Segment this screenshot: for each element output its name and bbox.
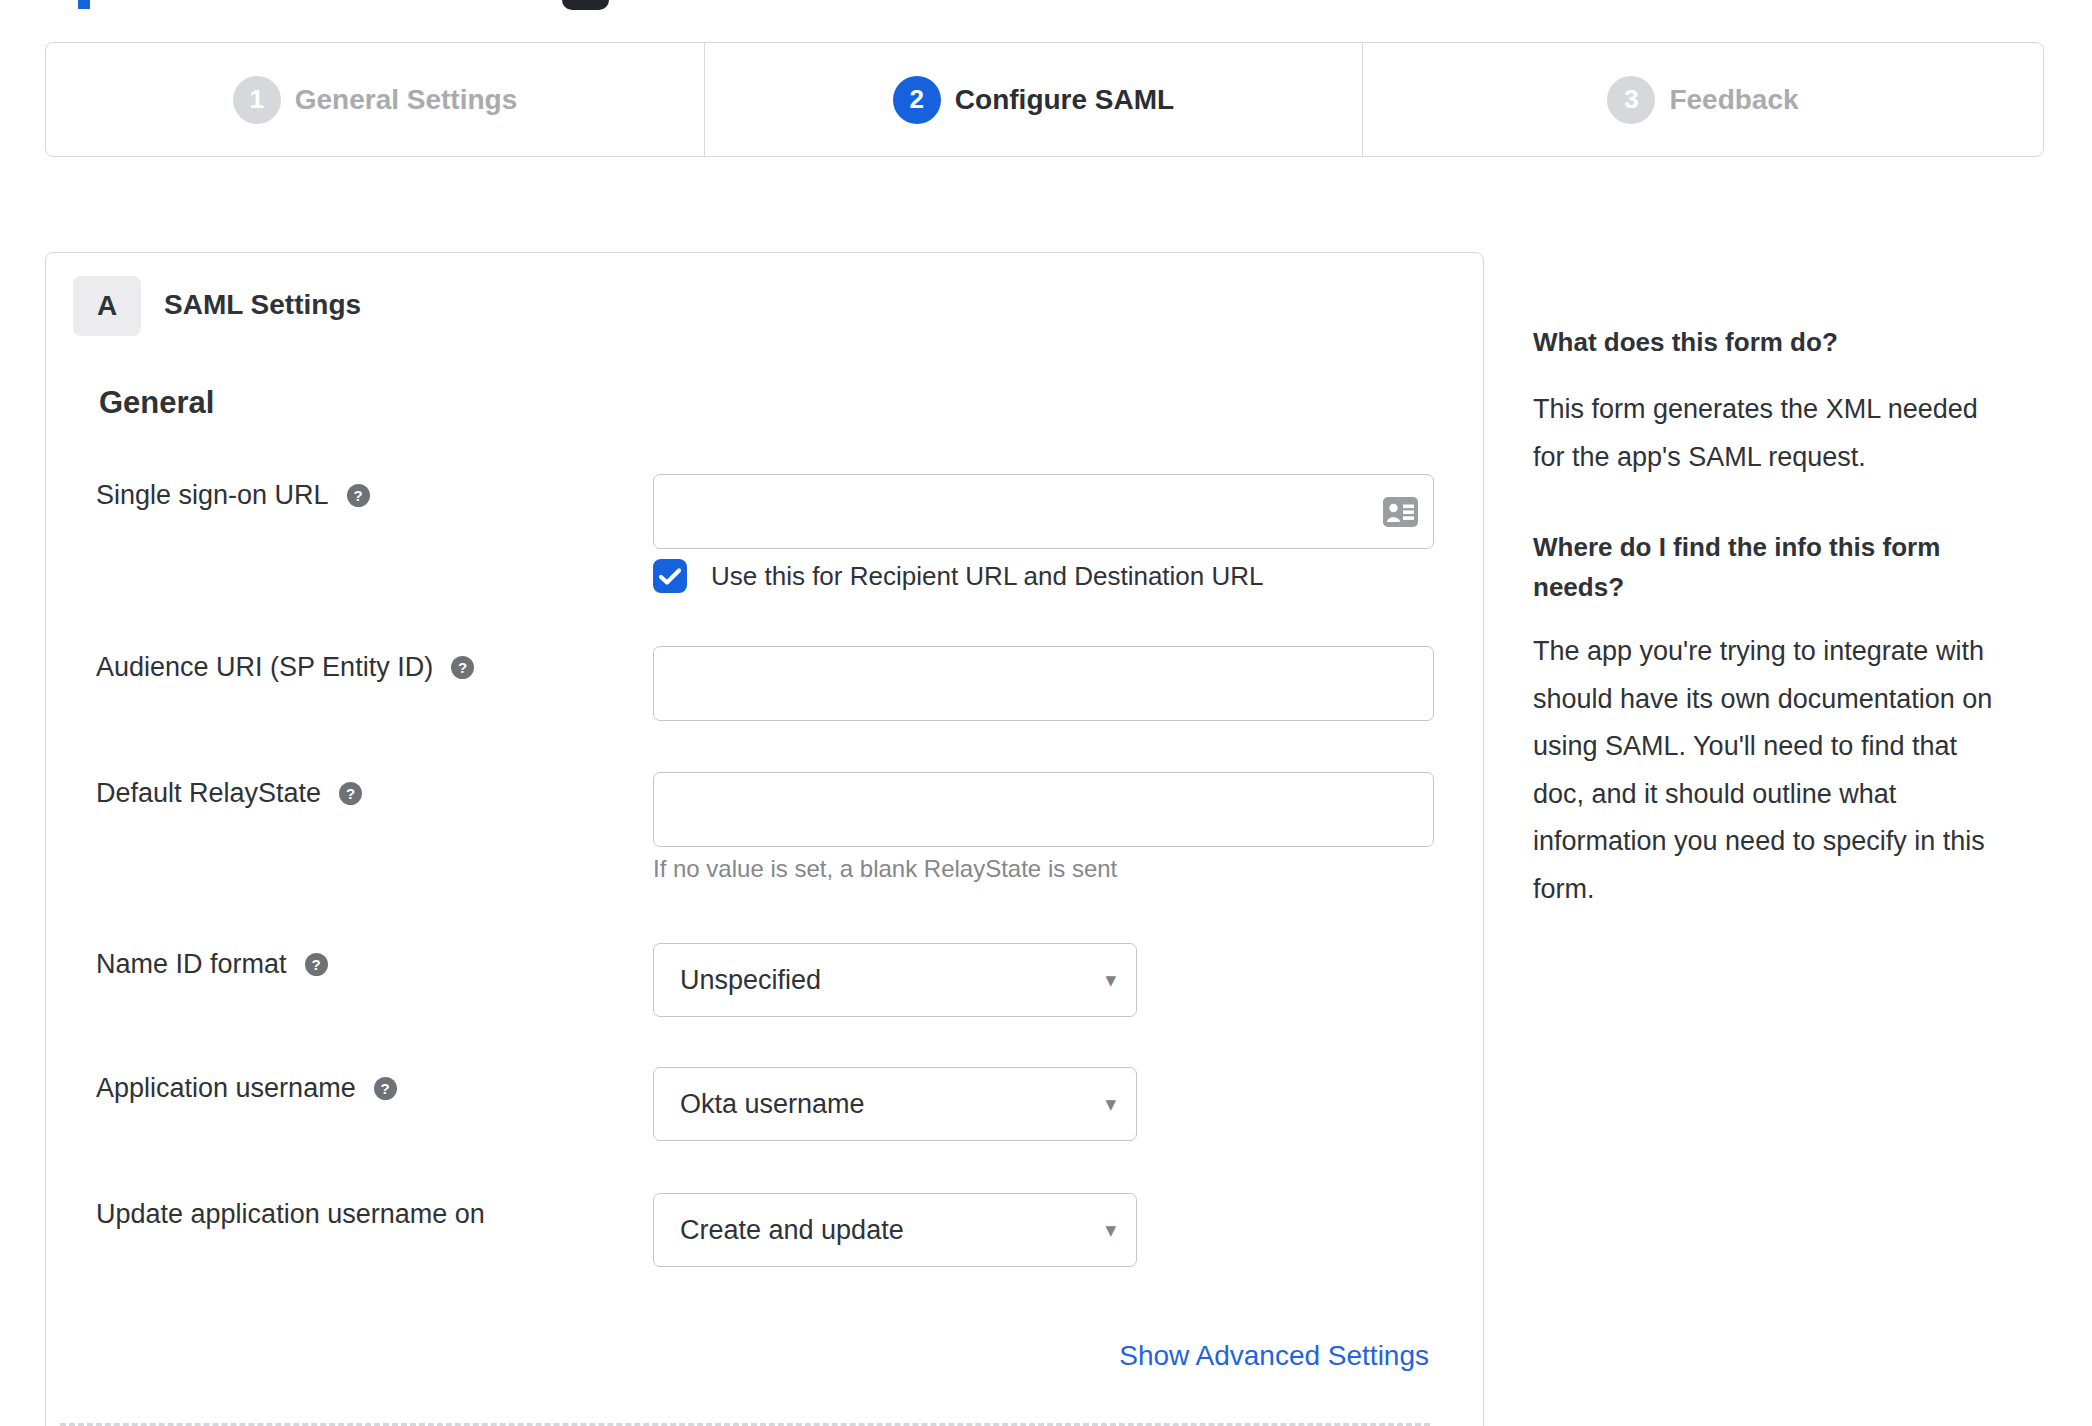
step-2-number: 2 (893, 76, 941, 124)
sso-url-label: Single sign-on URL ? (96, 479, 370, 511)
help-icon-sso-url[interactable]: ? (347, 484, 370, 507)
chevron-down-icon: ▾ (1105, 1092, 1116, 1116)
sidebar-heading-2: Where do I find the info this form needs… (1533, 527, 2092, 607)
contact-card-icon (1383, 497, 1418, 527)
saml-settings-panel: A SAML Settings General Single sign-on U… (45, 252, 1484, 1426)
name-id-format-label: Name ID format ? (96, 948, 328, 980)
checkmark-icon (659, 568, 681, 585)
cutoff-blue-fragment (78, 0, 90, 9)
general-section-heading: General (99, 385, 214, 421)
step-1-label: General Settings (295, 84, 518, 116)
step-configure-saml[interactable]: 2 Configure SAML (705, 43, 1363, 156)
relaystate-label: Default RelayState ? (96, 777, 362, 809)
step-3-number: 3 (1607, 76, 1655, 124)
audience-uri-label: Audience URI (SP Entity ID) ? (96, 651, 474, 683)
chevron-down-icon: ▾ (1105, 968, 1116, 992)
recipient-url-checkbox[interactable] (653, 559, 687, 593)
step-general-settings[interactable]: 1 General Settings (46, 43, 705, 156)
chevron-down-icon: ▾ (1105, 1218, 1116, 1242)
section-badge-a: A (73, 276, 141, 336)
help-icon-relaystate[interactable]: ? (339, 782, 362, 805)
step-1-number: 1 (233, 76, 281, 124)
sso-url-input[interactable] (653, 474, 1434, 549)
relaystate-hint: If no value is set, a blank RelayState i… (653, 853, 1117, 885)
step-3-label: Feedback (1669, 84, 1798, 116)
panel-title: SAML Settings (164, 288, 361, 322)
sidebar-heading-1: What does this form do? (1533, 324, 2092, 360)
wizard-stepper: 1 General Settings 2 Configure SAML 3 Fe… (45, 42, 2044, 157)
application-username-label: Application username ? (96, 1072, 397, 1104)
update-username-label: Update application username on (96, 1198, 485, 1230)
application-username-select[interactable]: Okta username ▾ (653, 1067, 1137, 1141)
audience-uri-input[interactable] (653, 646, 1434, 721)
name-id-format-select[interactable]: Unspecified ▾ (653, 943, 1137, 1017)
help-icon-application-username[interactable]: ? (374, 1077, 397, 1100)
help-icon-audience-uri[interactable]: ? (451, 656, 474, 679)
recipient-url-checkbox-row: Use this for Recipient URL and Destinati… (653, 559, 1264, 593)
relaystate-input[interactable] (653, 772, 1434, 847)
cutoff-dark-fragment (562, 0, 609, 10)
step-feedback[interactable]: 3 Feedback (1363, 43, 2043, 156)
sidebar-paragraph-1: This form generates the XML needed for t… (1533, 386, 2092, 481)
sidebar-paragraph-2: The app you're trying to integrate with … (1533, 628, 2092, 913)
step-2-label: Configure SAML (955, 84, 1174, 116)
show-advanced-settings-link[interactable]: Show Advanced Settings (1119, 1339, 1429, 1373)
update-username-select[interactable]: Create and update ▾ (653, 1193, 1137, 1267)
recipient-url-checkbox-label: Use this for Recipient URL and Destinati… (711, 561, 1264, 592)
help-icon-name-id-format[interactable]: ? (305, 953, 328, 976)
